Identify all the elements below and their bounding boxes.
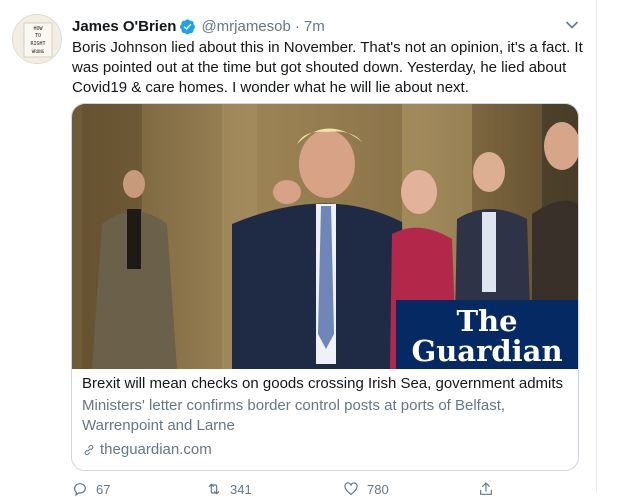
like-icon — [344, 482, 358, 495]
card-domain-text: theguardian.com — [100, 441, 212, 458]
author-name[interactable]: James O'Brien — [72, 18, 176, 35]
avatar-word-4: WRONG — [32, 49, 45, 54]
author-handle[interactable]: @mrjamesob — [201, 18, 290, 35]
avatar-word-3: RIGHT — [30, 41, 45, 47]
like-count: 780 — [367, 481, 389, 497]
reply-button[interactable]: 67 — [72, 481, 110, 497]
tweet-header: James O'Brien @mrjamesob · 7m — [72, 16, 325, 36]
card-domain: theguardian.com — [82, 440, 572, 460]
like-button[interactable]: 780 — [343, 481, 389, 497]
avatar-book-cover-image: HOW TO RIGHT WRONG — [13, 15, 61, 63]
share-icon — [480, 482, 492, 495]
tweet[interactable]: HOW TO RIGHT WRONG James O'Brien @mrjame… — [0, 0, 596, 497]
header-separator: · — [294, 17, 300, 35]
verified-badge-icon — [179, 18, 196, 35]
guardian-logo-guardian: Guardian — [411, 334, 562, 368]
reply-icon — [74, 483, 86, 497]
guardian-logo-the: The — [456, 304, 517, 338]
link-icon — [84, 444, 94, 456]
chevron-down-icon[interactable] — [563, 16, 581, 34]
reply-count: 67 — [96, 481, 111, 497]
card-description: Ministers' letter confirms border contro… — [82, 397, 506, 434]
tweet-timestamp[interactable]: 7m — [304, 18, 325, 35]
avatar[interactable]: HOW TO RIGHT WRONG — [12, 14, 62, 64]
retweet-button[interactable]: 341 — [206, 481, 252, 497]
avatar-word-1: HOW — [33, 26, 43, 32]
tweet-text: Boris Johnson lied about this in Novembe… — [72, 39, 583, 96]
card-title[interactable]: Brexit will mean checks on goods crossin… — [82, 374, 572, 394]
share-button[interactable] — [478, 481, 502, 497]
retweet-count: 341 — [230, 481, 252, 497]
retweet-icon — [208, 483, 220, 495]
timeline-column: HOW TO RIGHT WRONG James O'Brien @mrjame… — [0, 0, 597, 497]
avatar-word-2: TO — [35, 33, 41, 39]
link-card[interactable]: The Guardian Brexit will mean checks on … — [71, 103, 579, 471]
card-image[interactable]: The Guardian — [72, 104, 578, 369]
card-body: Brexit will mean checks on goods crossin… — [82, 374, 572, 460]
